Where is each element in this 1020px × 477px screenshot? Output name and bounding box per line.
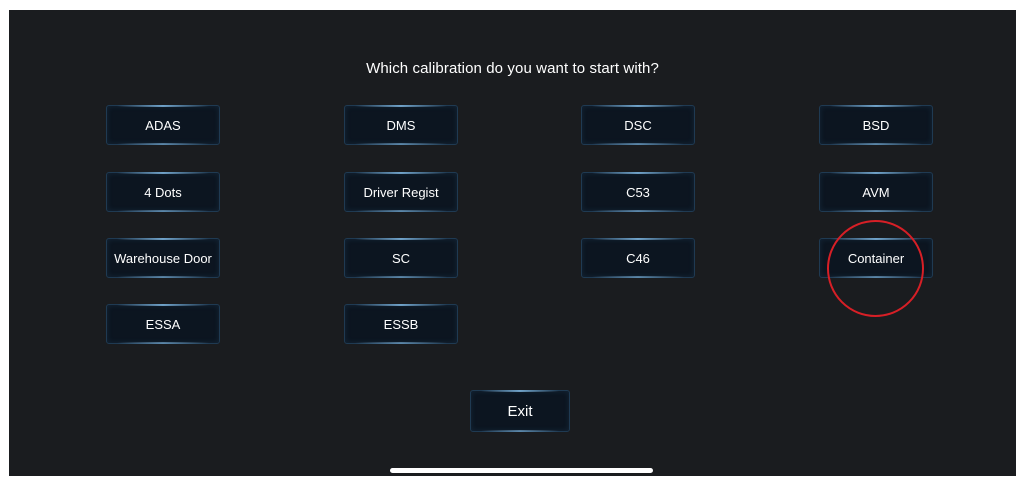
- calibration-button-dsc[interactable]: DSC: [581, 105, 695, 145]
- calibration-button-avm[interactable]: AVM: [819, 172, 933, 212]
- calibration-button-c53[interactable]: C53: [581, 172, 695, 212]
- calibration-button-driver-regist[interactable]: Driver Regist: [344, 172, 458, 212]
- exit-button[interactable]: Exit: [470, 390, 570, 432]
- calibration-button-container[interactable]: Container: [819, 238, 933, 278]
- calibration-button-c46[interactable]: C46: [581, 238, 695, 278]
- calibration-button-warehouse-door[interactable]: Warehouse Door: [106, 238, 220, 278]
- calibration-button-4-dots[interactable]: 4 Dots: [106, 172, 220, 212]
- calibration-button-adas[interactable]: ADAS: [106, 105, 220, 145]
- calibration-screen: Which calibration do you want to start w…: [9, 10, 1016, 476]
- calibration-button-bsd[interactable]: BSD: [819, 105, 933, 145]
- calibration-button-sc[interactable]: SC: [344, 238, 458, 278]
- calibration-button-dms[interactable]: DMS: [344, 105, 458, 145]
- home-indicator: [390, 468, 653, 473]
- page-title: Which calibration do you want to start w…: [366, 60, 659, 77]
- calibration-button-essa[interactable]: ESSA: [106, 304, 220, 344]
- calibration-button-essb[interactable]: ESSB: [344, 304, 458, 344]
